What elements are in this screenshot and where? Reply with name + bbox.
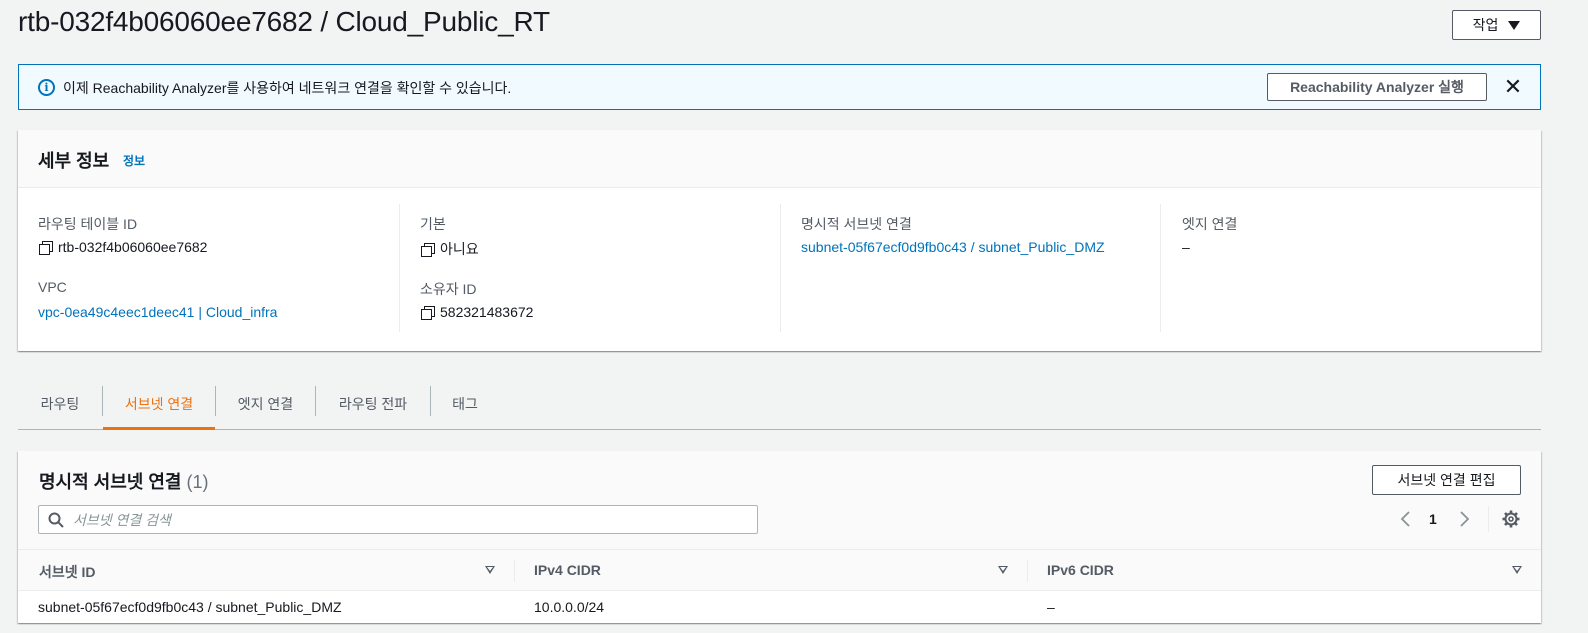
edit-subnet-associations-button[interactable]: 서브넷 연결 편집 [1372, 465, 1521, 495]
subnet-associations-title: 명시적 서브넷 연결 (1) [39, 468, 209, 494]
tab-routes[interactable]: 라우팅 [20, 378, 100, 430]
search-icon [48, 512, 64, 528]
subnet-associations-panel: 명시적 서브넷 연결 (1) 서브넷 연결 편집 1 [18, 451, 1541, 623]
route-table-id-label: 라우팅 테이블 ID [38, 216, 138, 232]
banner-text: 이제 Reachability Analyzer를 사용하여 네트워크 연결을 … [63, 80, 512, 96]
search-box[interactable] [38, 505, 758, 534]
copy-icon[interactable] [421, 242, 435, 257]
info-icon: i [38, 79, 55, 96]
page-number[interactable]: 1 [1429, 511, 1437, 527]
explicit-subnet-label: 명시적 서브넷 연결 [801, 216, 912, 232]
explicit-subnet-value: subnet-05f67ecf0d9fb0c43 / subnet_Public… [801, 239, 1105, 255]
actions-button-label: 작업 [1472, 17, 1499, 33]
main-value: 아니요 [421, 239, 479, 259]
close-icon[interactable]: ✕ [1503, 76, 1523, 98]
copy-icon[interactable] [39, 240, 53, 255]
vpc-value: vpc-0ea49c4eec1deec41 | Cloud_infra [38, 304, 277, 320]
column-divider [1160, 204, 1161, 332]
info-banner: i 이제 Reachability Analyzer를 사용하여 네트워크 연결… [18, 64, 1541, 110]
explicit-subnet-link[interactable]: subnet-05f67ecf0d9fb0c43 / subnet_Public… [801, 239, 1105, 255]
run-reachability-analyzer-button[interactable]: Reachability Analyzer 실행 [1267, 73, 1487, 101]
actions-button[interactable]: 작업 [1452, 10, 1541, 40]
ipv6-cidr-cell: – [1047, 599, 1055, 615]
subnet-id-link[interactable]: subnet-05f67ecf0d9fb0c43 / subnet_Public… [38, 599, 342, 615]
copy-icon[interactable] [421, 305, 435, 320]
edge-value: – [1182, 239, 1190, 255]
column-divider[interactable] [514, 560, 515, 582]
owner-id-text: 582321483672 [440, 304, 534, 320]
tab-edge-associations[interactable]: 엣지 연결 [216, 378, 315, 430]
subnet-associations-title-text: 명시적 서브넷 연결 [39, 472, 182, 492]
vpc-link[interactable]: vpc-0ea49c4eec1deec41 | Cloud_infra [38, 304, 277, 320]
vpc-label: VPC [38, 279, 67, 295]
route-table-id-value: rtb-032f4b06060ee7682 [39, 239, 207, 255]
pager-divider [1488, 506, 1489, 532]
ipv4-cidr-cell: 10.0.0.0/24 [534, 599, 605, 615]
tab-subnet-associations[interactable]: 서브넷 연결 [103, 378, 215, 430]
details-panel: 세부 정보 정보 라우팅 테이블 ID rtb-032f4b06060ee768… [18, 130, 1541, 351]
sort-icon[interactable] [998, 566, 1008, 574]
details-header: 세부 정보 정보 [18, 130, 1541, 188]
page-title: rtb-032f4b06060ee7682 / Cloud_Public_RT [18, 6, 550, 37]
main-label: 기본 [420, 216, 446, 232]
column-header-ipv6-cidr[interactable]: IPv6 CIDR [1047, 562, 1114, 578]
details-info-link[interactable]: 정보 [123, 152, 145, 169]
owner-id-value: 582321483672 [421, 304, 533, 320]
subnet-associations-header: 명시적 서브넷 연결 (1) 서브넷 연결 편집 1 [18, 451, 1541, 549]
table-row: subnet-05f67ecf0d9fb0c43 / subnet_Public… [18, 591, 1541, 623]
gear-icon[interactable] [1502, 510, 1520, 528]
tab-bar: 라우팅 서브넷 연결 엣지 연결 라우팅 전파 태그 [18, 378, 1541, 430]
route-table-id-text: rtb-032f4b06060ee7682 [58, 239, 208, 255]
edge-label: 엣지 연결 [1182, 216, 1238, 232]
subnet-associations-count: (1) [186, 472, 209, 492]
tab-route-propagation[interactable]: 라우팅 전파 [316, 378, 430, 430]
sort-icon[interactable] [485, 566, 495, 574]
table-header: 서브넷 ID IPv4 CIDR IPv6 CIDR [18, 549, 1541, 591]
search-input[interactable] [73, 506, 743, 533]
chevron-left-icon[interactable] [1398, 509, 1414, 529]
column-header-subnet-id[interactable]: 서브넷 ID [39, 562, 96, 582]
column-divider[interactable] [1027, 560, 1028, 582]
details-title: 세부 정보 [38, 151, 110, 171]
tab-tags[interactable]: 태그 [431, 378, 499, 430]
chevron-right-icon[interactable] [1456, 509, 1472, 529]
main-text: 아니요 [440, 241, 479, 257]
owner-id-label: 소유자 ID [420, 281, 477, 297]
column-header-ipv4-cidr[interactable]: IPv4 CIDR [534, 562, 601, 578]
caret-down-icon [1508, 20, 1521, 30]
column-divider [399, 204, 400, 332]
column-divider [780, 204, 781, 332]
sort-icon[interactable] [1512, 566, 1522, 574]
